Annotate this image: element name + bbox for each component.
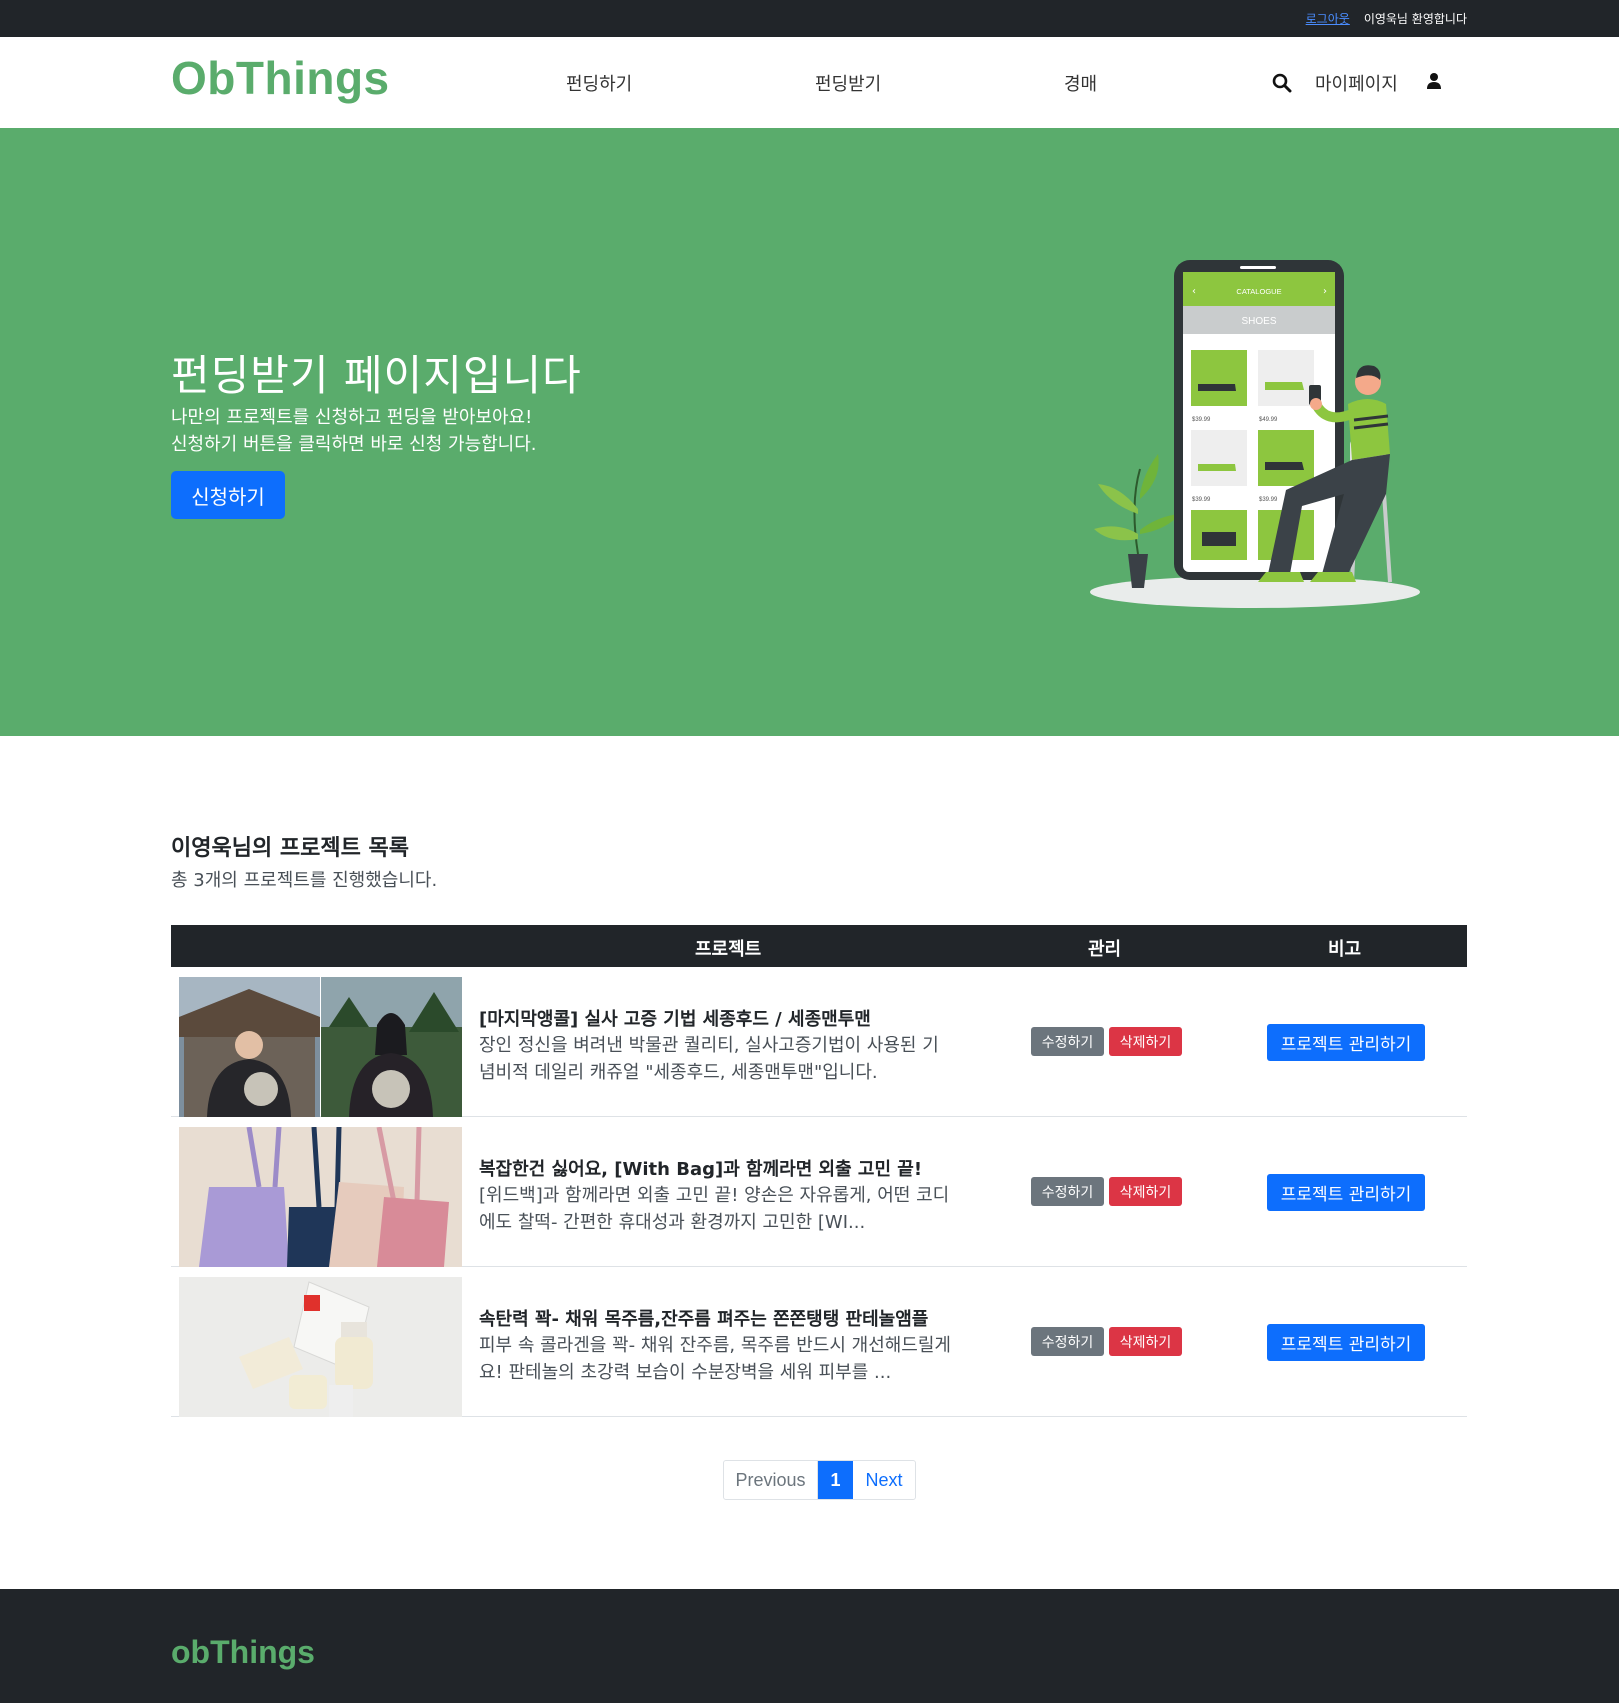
- project-desc: 요! 판테놀의 초강력 보습이 수분장벽을 세워 피부를 ...: [479, 1362, 892, 1383]
- manage-project-button[interactable]: 프로젝트 관리하기: [1267, 1324, 1425, 1361]
- catalogue-label: CATALOGUE: [1236, 287, 1281, 296]
- edit-button[interactable]: 수정하기: [1031, 1177, 1104, 1206]
- col-project: 프로젝트: [695, 939, 762, 960]
- delete-button[interactable]: 삭제하기: [1109, 1327, 1182, 1356]
- project-desc: 장인 정신을 벼려낸 박물관 퀄리티, 실사고증기법이 사용된 기: [479, 1035, 939, 1056]
- table-row: 속탄력 꽉- 채워 목주름,잔주름 펴주는 쫀쫀탱탱 판테놀앰플 피부 속 콜라…: [171, 1267, 1467, 1417]
- hero-subtitle-2: 신청하기 버튼을 클릭하면 바로 신청 가능합니다.: [171, 434, 537, 455]
- search-icon[interactable]: [1272, 73, 1292, 93]
- user-icon[interactable]: [1426, 72, 1442, 90]
- footer: obThings: [0, 1589, 1619, 1703]
- delete-button[interactable]: 삭제하기: [1109, 1027, 1182, 1056]
- footer-logo[interactable]: obThings: [171, 1634, 315, 1671]
- nav-item-auction[interactable]: 경매: [1064, 70, 1097, 96]
- price-label: $39.99: [1192, 417, 1211, 423]
- edit-button[interactable]: 수정하기: [1031, 1327, 1104, 1356]
- price-label: $39.99: [1259, 497, 1278, 503]
- svg-text:‹: ‹: [1192, 286, 1196, 297]
- delete-button[interactable]: 삭제하기: [1109, 1177, 1182, 1206]
- svg-text:›: ›: [1323, 286, 1327, 297]
- shoes-label: SHOES: [1241, 316, 1276, 327]
- project-title[interactable]: 속탄력 꽉- 채워 목주름,잔주름 펴주는 쫀쫀탱탱 판테놀앰플: [479, 1305, 979, 1331]
- col-manage: 관리: [1088, 939, 1122, 960]
- nav-item-funding[interactable]: 펀딩하기: [566, 70, 632, 96]
- pagination-next[interactable]: Next: [853, 1461, 915, 1499]
- table-header: 프로젝트 관리 비고: [171, 925, 1467, 967]
- project-count-text: 총 3개의 프로젝트를 진행했습니다.: [171, 870, 438, 891]
- edit-button[interactable]: 수정하기: [1031, 1027, 1104, 1056]
- price-label: $39.99: [1192, 497, 1211, 503]
- project-table: 프로젝트 관리 비고 [마지막앵콜] 실사 고증 기법 세종후드 / 세종맨투맨…: [171, 925, 1467, 1417]
- logout-link[interactable]: 로그아웃: [1306, 10, 1350, 27]
- table-row: [마지막앵콜] 실사 고증 기법 세종후드 / 세종맨투맨 장인 정신을 벼려낸…: [171, 967, 1467, 1117]
- phone-shopping-illustration: CATALOGUE ‹ › SHOES $39.99 $49.99 $39.99…: [1090, 260, 1420, 608]
- project-thumbnail[interactable]: [179, 1277, 462, 1417]
- site-logo[interactable]: ObThings: [171, 51, 390, 105]
- project-desc: 에도 찰떡- 간편한 휴대성과 환경까지 고민한 [WI...: [479, 1212, 866, 1233]
- apply-button[interactable]: 신청하기: [171, 471, 285, 519]
- welcome-text: 이영욱님 환영합니다: [1363, 12, 1467, 26]
- pagination-previous[interactable]: Previous: [724, 1461, 818, 1499]
- top-bar: 로그아웃 이영욱님 환영합니다: [0, 0, 1619, 37]
- hero-title: 펀딩받기 페이지입니다: [171, 351, 582, 400]
- project-desc: 피부 속 콜라겐을 꽉- 채워 잔주름, 목주름 반드시 개선해드릴게: [479, 1335, 951, 1356]
- nav-item-get-funding[interactable]: 펀딩받기: [815, 70, 881, 96]
- project-list-title: 이영욱님의 프로젝트 목록: [171, 836, 409, 861]
- hero-subtitle-1: 나만의 프로젝트를 신청하고 펀딩을 받아보아요!: [171, 407, 533, 428]
- project-thumbnail[interactable]: [179, 977, 462, 1117]
- pagination: Previous 1 Next: [723, 1460, 916, 1500]
- manage-project-button[interactable]: 프로젝트 관리하기: [1267, 1174, 1425, 1211]
- project-desc: 념비적 데일리 캐쥬얼 "세종후드, 세종맨투맨"입니다.: [479, 1062, 878, 1083]
- table-row: 복잡한건 싫어요, [With Bag]과 함께라면 외출 고민 끝! [위드백…: [171, 1117, 1467, 1267]
- manage-project-button[interactable]: 프로젝트 관리하기: [1267, 1024, 1425, 1061]
- project-desc: [위드백]과 함께라면 외출 고민 끝! 양손은 자유롭게, 어떤 코디: [479, 1185, 950, 1206]
- price-label: $49.99: [1259, 417, 1278, 423]
- hero-banner: 펀딩받기 페이지입니다 나만의 프로젝트를 신청하고 펀딩을 받아보아요! 신청…: [0, 128, 1619, 736]
- project-thumbnail[interactable]: [179, 1127, 462, 1267]
- main-nav: ObThings 펀딩하기 펀딩받기 경매 마이페이지: [0, 37, 1619, 128]
- project-title[interactable]: [마지막앵콜] 실사 고증 기법 세종후드 / 세종맨투맨: [479, 1005, 979, 1031]
- col-note: 비고: [1328, 939, 1362, 960]
- mypage-link[interactable]: 마이페이지: [1315, 70, 1398, 96]
- project-title[interactable]: 복잡한건 싫어요, [With Bag]과 함께라면 외출 고민 끝!: [479, 1155, 979, 1181]
- pagination-page-current[interactable]: 1: [818, 1461, 853, 1499]
